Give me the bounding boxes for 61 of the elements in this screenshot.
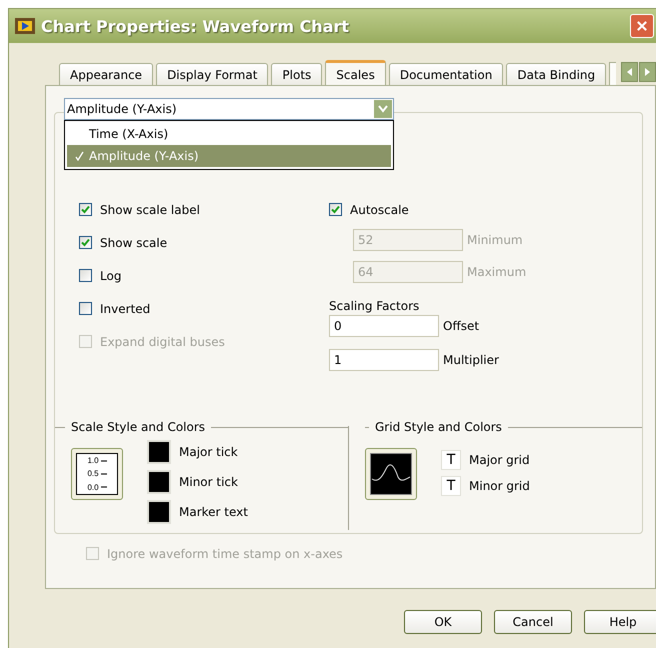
tick-label: 1.0 xyxy=(87,456,99,466)
tab[interactable]: Documentation xyxy=(388,63,504,85)
dialog-button[interactable]: Cancel xyxy=(494,610,572,634)
chevron-icon xyxy=(378,105,388,113)
section-label: Scaling Factors xyxy=(329,299,420,313)
checkbox-label: Inverted xyxy=(100,302,150,316)
checkbox-label: Log xyxy=(100,268,122,282)
app-icon xyxy=(15,18,35,34)
tick-label: 0.5 xyxy=(87,469,99,478)
scroll-right-button[interactable] xyxy=(639,62,656,82)
field-label: Minimum xyxy=(467,233,523,247)
tab[interactable]: Plots xyxy=(271,63,322,85)
dialog-button[interactable]: Help xyxy=(584,610,656,634)
checkbox-label: Expand digital buses xyxy=(100,334,225,348)
close-icon xyxy=(637,20,647,32)
window-title: Chart Properties: Waveform Chart xyxy=(41,16,350,36)
axis-dropdown[interactable]: Amplitude (Y-Axis) xyxy=(64,98,394,120)
check-icon xyxy=(75,151,84,161)
tab[interactable]: Data Binding xyxy=(506,63,606,85)
checkbox-label: Show scale xyxy=(100,236,168,250)
swatch-label: Minor tick xyxy=(179,475,238,489)
scale-style-button[interactable]: 1.0 0.5 0.0 xyxy=(71,448,123,500)
waveform-icon xyxy=(370,453,412,495)
input-field[interactable]: 1 xyxy=(329,349,439,371)
tab[interactable]: Scales xyxy=(325,60,386,86)
swatch-label: Marker text xyxy=(179,505,248,519)
tick-label: 0.0 xyxy=(87,482,99,492)
tab[interactable]: Appearance xyxy=(59,63,154,85)
checkbox-label: Ignore waveform time stamp on x-axes xyxy=(107,546,343,560)
swatch-label: Major tick xyxy=(179,445,238,459)
checkbox[interactable] xyxy=(79,203,92,216)
grid-label: Major grid xyxy=(469,453,530,467)
checkbox[interactable] xyxy=(79,302,92,315)
dialog-button[interactable]: OK xyxy=(404,610,482,634)
section-title: Scale Style and Colors xyxy=(71,420,206,434)
section-title: Grid Style and Colors xyxy=(375,420,502,434)
right-arrow-icon xyxy=(644,68,650,76)
grid-color-button[interactable]: T xyxy=(441,476,461,496)
grid-style-button[interactable] xyxy=(365,448,417,500)
tab[interactable]: Display Format xyxy=(156,63,268,85)
tick-mark-icon xyxy=(100,460,107,462)
tick-mark-icon xyxy=(100,486,107,488)
grid-color-button[interactable]: T xyxy=(441,450,461,470)
color-swatch[interactable] xyxy=(147,440,171,464)
color-swatch[interactable] xyxy=(147,500,171,524)
field-label: Multiplier xyxy=(443,353,499,367)
input-field[interactable]: 0 xyxy=(329,315,439,337)
left-arrow-icon xyxy=(626,68,632,76)
checkbox-label: Show scale label xyxy=(100,202,200,216)
tick-mark-icon xyxy=(100,472,107,475)
checkbox-label: Autoscale xyxy=(350,202,409,216)
field-label: Offset xyxy=(443,319,480,333)
field-label: Maximum xyxy=(467,265,526,279)
checkbox[interactable] xyxy=(79,236,92,249)
dropdown-option[interactable]: Time (X-Axis) xyxy=(67,123,391,145)
close-button[interactable] xyxy=(630,14,654,38)
scroll-left-button[interactable] xyxy=(621,62,638,82)
color-swatch[interactable] xyxy=(147,470,171,494)
grid-label: Minor grid xyxy=(469,479,530,493)
checkbox[interactable] xyxy=(329,203,342,216)
checkbox[interactable] xyxy=(79,269,92,282)
